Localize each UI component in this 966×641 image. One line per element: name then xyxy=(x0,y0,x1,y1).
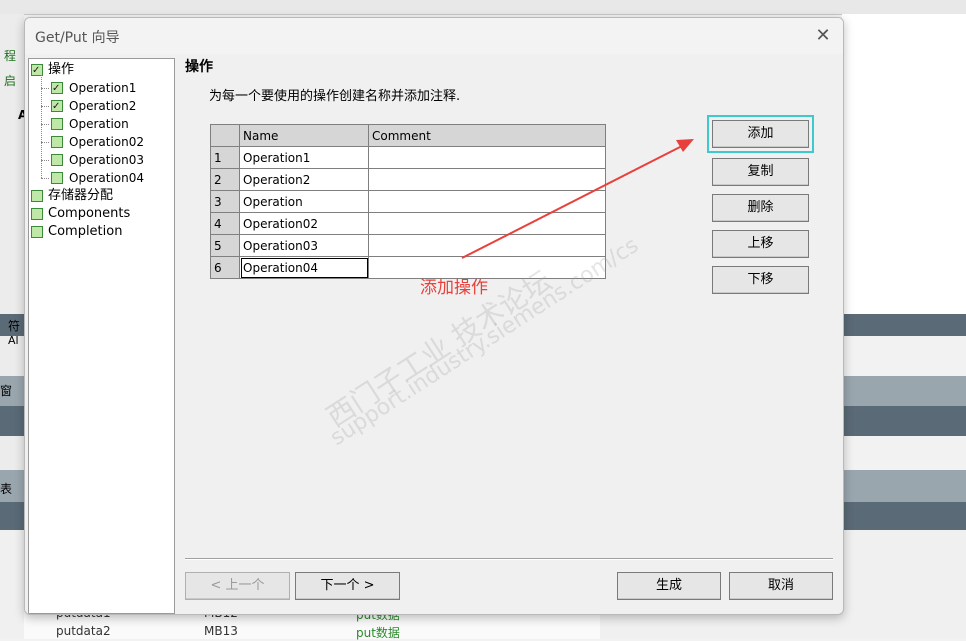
annotation-arrow xyxy=(461,139,694,259)
annotation-label: 添加操作 xyxy=(420,278,488,298)
